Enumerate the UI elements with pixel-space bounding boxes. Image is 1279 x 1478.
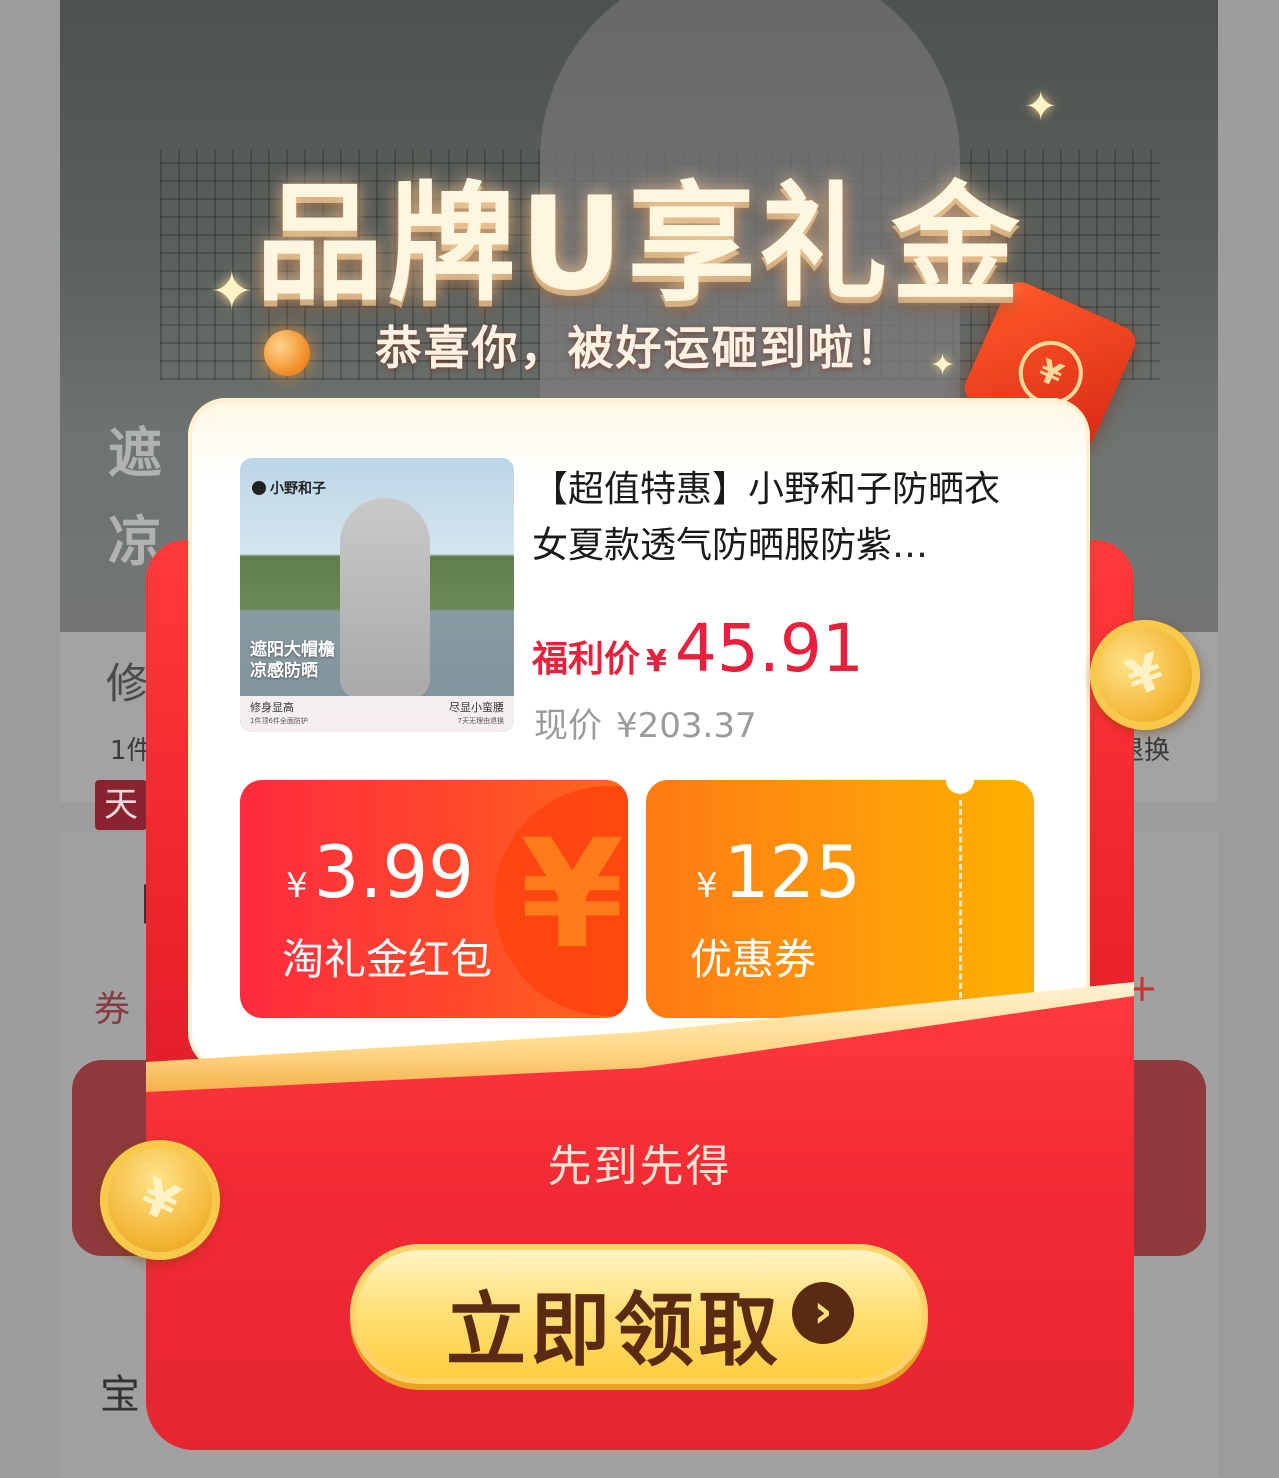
coupon-notch [946, 780, 974, 794]
product-image-bottom-right-small: 7天无理由退换 [457, 717, 504, 725]
background-strip-left: 修 [106, 659, 149, 708]
product-image-bottom-left-small: 1件顶6件全面防护 [250, 717, 308, 725]
popup-subline: 恭喜你，被好运砸到啦！ [375, 321, 904, 375]
red-packet-currency: ¥ [286, 866, 308, 906]
popup-headline: 品牌U享礼金 [255, 170, 1024, 319]
background-tmall-tag: 天 [95, 780, 147, 830]
coupon-label: 优惠券 [690, 935, 817, 984]
current-price-label: 现价 [534, 706, 602, 746]
brand-logo-icon [252, 481, 266, 495]
product-image-brand-text: 小野和子 [270, 481, 326, 497]
tao-gift-red-packet-coupon[interactable]: ¥ ¥3.99 淘礼金红包 [240, 780, 628, 1018]
welfare-price-currency: ¥ [646, 644, 667, 679]
red-packet-amount: ¥3.99 [286, 830, 474, 914]
welfare-price-value: 45.91 [674, 610, 864, 687]
product-image-overlay-line2: 凉感防晒 [250, 661, 318, 681]
claim-now-label: 立即领取 [446, 1284, 782, 1377]
discount-coupon[interactable]: ¥125 优惠券 [646, 780, 1034, 1018]
product-title[interactable]: 【超值特惠】小野和子防晒衣女夏款透气防晒服防紫… [532, 462, 1032, 574]
product-image-bottom-left: 修身显高 [250, 701, 294, 714]
welfare-price: 福利价 ¥45.91 [532, 610, 864, 687]
product-image-overlay-text: 遮阳大帽檐 凉感防晒 [250, 640, 335, 682]
current-price: 现价 ¥203.37 [534, 698, 757, 747]
product-model-figure [340, 498, 430, 698]
background-hero-text-line1: 遮 [108, 422, 162, 485]
product-image-brand: 小野和子 [252, 478, 326, 498]
chevron-right-icon: › [792, 1282, 854, 1344]
yen-icon: ¥ [520, 808, 625, 982]
claim-now-button[interactable]: 立即领取 › [350, 1244, 928, 1384]
coupon-value: 125 [723, 830, 862, 914]
coupon-currency: ¥ [696, 866, 718, 906]
coupon-perforation [959, 800, 962, 998]
background-coupon-fragment: 券 [94, 989, 131, 1030]
welfare-price-label: 福利价 [532, 639, 641, 680]
product-image[interactable]: 小野和子 遮阳大帽檐 凉感防晒 修身显高 尽显小蛮腰 1件顶6件全面防护 7天无… [240, 458, 514, 732]
product-image-bottom-right: 尽显小蛮腰 [449, 701, 504, 714]
red-packet-value: 3.99 [313, 830, 474, 914]
product-image-bottom-bar: 修身显高 尽显小蛮腰 1件顶6件全面防护 7天无理由退换 [240, 696, 514, 732]
background-bottom-text: 宝 [100, 1372, 140, 1418]
current-price-value: ¥203.37 [616, 706, 757, 746]
product-image-overlay-line1: 遮阳大帽檐 [250, 640, 335, 660]
red-packet-label: 淘礼金红包 [282, 935, 493, 984]
sparkle-icon: ✦ [1024, 84, 1058, 130]
coupon-amount: ¥125 [696, 830, 861, 914]
reward-card: 小野和子 遮阳大帽檐 凉感防晒 修身显高 尽显小蛮腰 1件顶6件全面防护 7天无… [188, 398, 1090, 1070]
